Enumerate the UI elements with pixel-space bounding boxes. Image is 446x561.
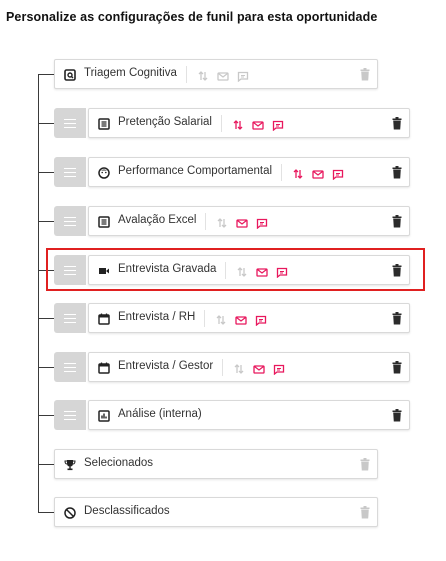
- trash-icon[interactable]: [392, 312, 402, 325]
- funnel-step-analise-interna: Análise (interna): [54, 400, 410, 430]
- mail-icon[interactable]: [312, 167, 324, 179]
- drag-handle[interactable]: [54, 352, 86, 382]
- funnel-step-entrevista-rh: Entrevista / RH: [54, 303, 410, 333]
- sort-arrows-icon[interactable]: [292, 167, 304, 179]
- step-label: Avalação Excel: [118, 214, 197, 226]
- sort-arrows-icon[interactable]: [232, 118, 244, 130]
- chat-icon[interactable]: [332, 167, 344, 181]
- step-card[interactable]: Entrevista / Gestor: [88, 352, 410, 382]
- actions-divider: [185, 66, 187, 83]
- mail-icon[interactable]: [252, 118, 264, 130]
- funnel-step-entrevista-gestor: Entrevista / Gestor: [54, 352, 410, 382]
- funnel-step-desclassificados: Desclassificados: [54, 497, 378, 527]
- actions-divider: [205, 213, 207, 230]
- funnel-connector-branch: [38, 318, 54, 319]
- funnel-connector-branch: [38, 367, 54, 368]
- step-card[interactable]: Selecionados: [54, 449, 378, 479]
- funnel-connector-branch: [38, 464, 54, 465]
- chat-icon[interactable]: [256, 216, 268, 230]
- trash-icon[interactable]: [392, 117, 402, 130]
- list-icon: [98, 117, 110, 130]
- mail-icon[interactable]: [217, 69, 229, 81]
- drag-handle[interactable]: [54, 303, 86, 333]
- step-card[interactable]: Performance Comportamental: [88, 157, 410, 187]
- mail-icon[interactable]: [253, 362, 265, 374]
- funnel-connector-branch: [38, 415, 54, 416]
- chat-icon[interactable]: [273, 362, 285, 376]
- funnel-step-triagem-cognitiva: Triagem Cognitiva: [54, 59, 378, 89]
- funnel-connector-branch: [38, 74, 54, 75]
- chat-icon[interactable]: [255, 313, 267, 327]
- step-label: Selecionados: [84, 457, 154, 469]
- trophy-icon: [64, 458, 76, 471]
- actions-divider: [281, 164, 283, 181]
- drag-handle[interactable]: [54, 206, 86, 236]
- trash-icon[interactable]: [360, 458, 370, 471]
- funnel-step-avalacao-excel: Avalação Excel: [54, 206, 410, 236]
- trash-icon[interactable]: [392, 409, 402, 422]
- chat-icon[interactable]: [272, 118, 284, 132]
- sort-arrows-icon[interactable]: [197, 69, 209, 81]
- calendar-icon: [98, 361, 110, 374]
- funnel-connector-branch: [38, 512, 54, 513]
- trash-icon[interactable]: [392, 166, 402, 179]
- drag-handle[interactable]: [54, 400, 86, 430]
- mail-icon[interactable]: [236, 216, 249, 228]
- page-title: Personalize as configurações de funil pa…: [6, 10, 378, 24]
- step-card[interactable]: Análise (interna): [88, 400, 410, 430]
- chat-icon[interactable]: [237, 69, 249, 83]
- sort-arrows-icon[interactable]: [233, 362, 245, 374]
- step-label: Pretenção Salarial: [118, 116, 212, 128]
- sort-arrows-icon[interactable]: [216, 216, 228, 228]
- step-card[interactable]: Desclassificados: [54, 497, 378, 527]
- step-label: Desclassificados: [84, 505, 170, 517]
- funnel-connector-branch: [38, 123, 54, 124]
- step-card[interactable]: Pretenção Salarial: [88, 108, 410, 138]
- trash-icon[interactable]: [392, 361, 402, 374]
- step-label: Entrevista / RH: [118, 311, 196, 323]
- actions-divider: [220, 115, 222, 132]
- mail-icon[interactable]: [235, 313, 247, 325]
- selected-step-highlight: [46, 248, 425, 291]
- step-card[interactable]: Entrevista / RH: [88, 303, 410, 333]
- drag-handle[interactable]: [54, 108, 86, 138]
- trash-icon[interactable]: [360, 506, 370, 519]
- actions-divider: [204, 310, 206, 327]
- trash-icon[interactable]: [360, 68, 370, 81]
- funnel-step-selecionados: Selecionados: [54, 449, 378, 479]
- step-label: Triagem Cognitiva: [84, 67, 177, 79]
- list-icon: [98, 215, 110, 228]
- sort-arrows-icon[interactable]: [215, 313, 227, 325]
- funnel-connector-branch: [38, 221, 54, 222]
- face-icon: [98, 166, 110, 179]
- drag-handle[interactable]: [54, 157, 86, 187]
- funnel-step-pretencao-salarial: Pretenção Salarial: [54, 108, 410, 138]
- funnel-connector-branch: [38, 172, 54, 173]
- chart-icon: [98, 409, 110, 422]
- trash-icon[interactable]: [392, 215, 402, 228]
- step-card[interactable]: Triagem Cognitiva: [54, 59, 378, 89]
- step-label: Entrevista / Gestor: [118, 360, 214, 372]
- step-label: Performance Comportamental: [118, 165, 273, 177]
- funnel-connector-line: [38, 74, 39, 512]
- cognitive-test-icon: [64, 68, 76, 81]
- blocked-icon: [64, 506, 76, 519]
- funnel-step-performance-comportamental: Performance Comportamental: [54, 157, 410, 187]
- calendar-icon: [98, 312, 110, 325]
- actions-divider: [222, 359, 224, 376]
- step-card[interactable]: Avalação Excel: [88, 206, 410, 236]
- step-label: Análise (interna): [118, 408, 202, 420]
